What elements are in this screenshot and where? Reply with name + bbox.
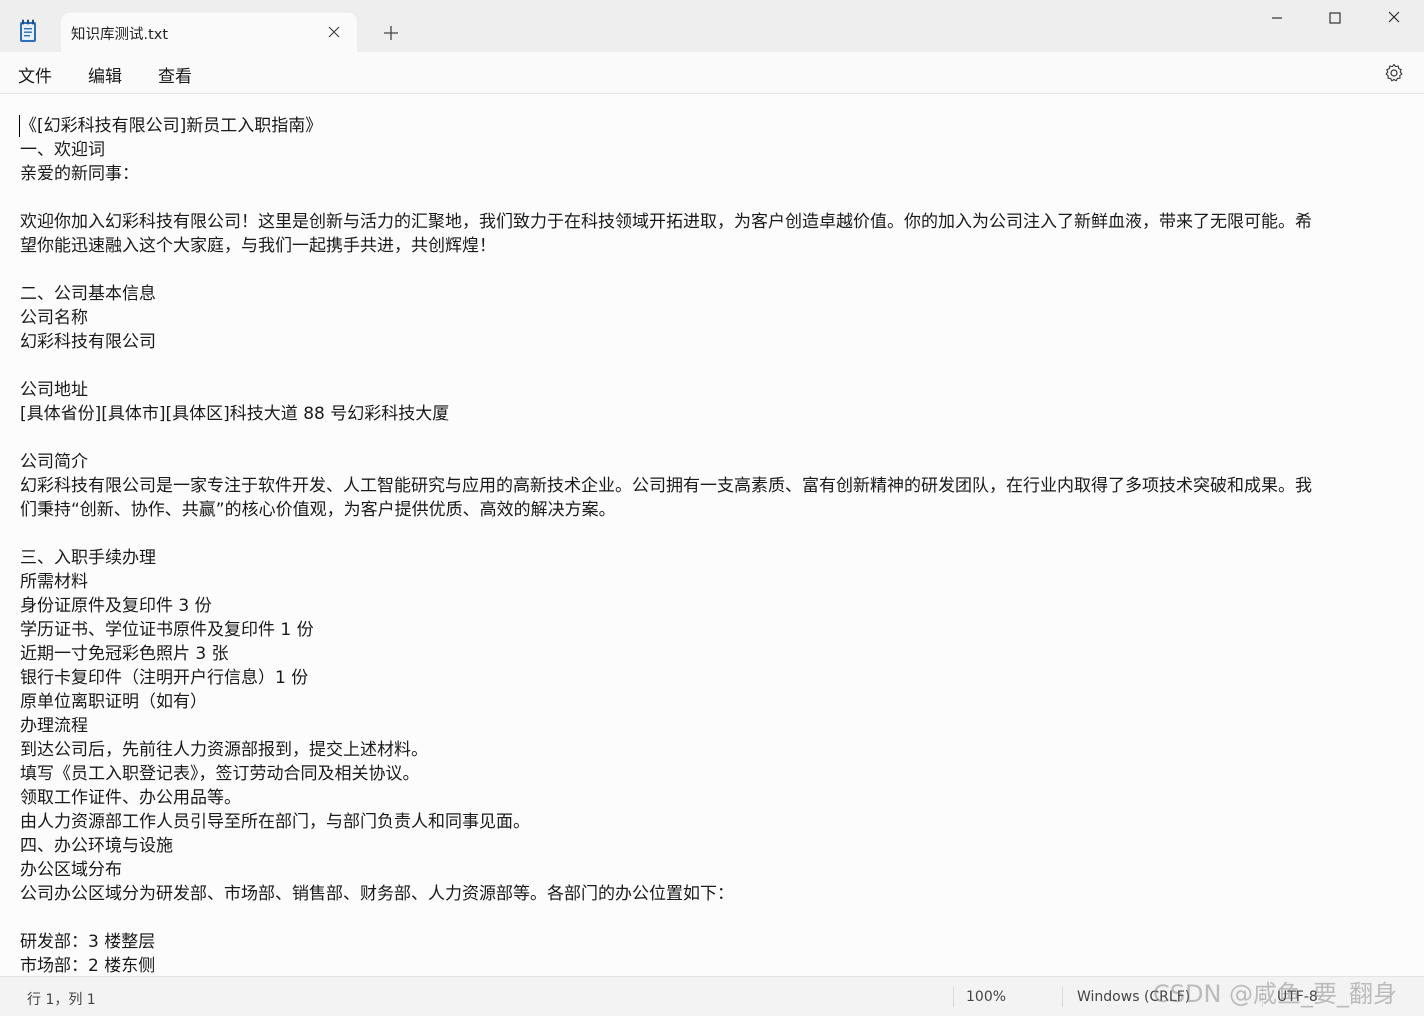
title-bar: 知识库测试.txt (0, 0, 1424, 52)
tab-file[interactable]: 知识库测试.txt (61, 13, 357, 52)
watermark-text: CSDN @咸鱼_要_翻身 (1153, 980, 1398, 1008)
text-line[interactable]: 填写《员工入职登记表》，签订劳动合同及相关协议。 (20, 762, 1400, 786)
status-divider (1062, 987, 1063, 1007)
text-line[interactable]: 二、公司基本信息 (20, 282, 1400, 306)
text-line[interactable]: 公司简介 (20, 450, 1400, 474)
text-line[interactable]: 三、入职手续办理 (20, 546, 1400, 570)
menu-bar: 文件 编辑 查看 (0, 52, 1424, 94)
tab-title: 知识库测试.txt (71, 27, 169, 43)
text-line[interactable]: 欢迎你加入幻彩科技有限公司！这里是创新与活力的汇聚地，我们致力于在科技领域开拓进… (20, 210, 1400, 234)
editor-content[interactable]: 《[幻彩科技有限公司]新员工入职指南》 一、欢迎词 亲爱的新同事： 欢迎你加入幻彩科技… (20, 114, 1400, 976)
text-line[interactable]: 到达公司后，先前往人力资源部报到，提交上述材料。 (20, 738, 1400, 762)
text-line[interactable]: 由人力资源部工作人员引导至所在部门，与部门负责人和同事见面。 (20, 810, 1400, 834)
text-line[interactable]: 幻彩科技有限公司 (20, 330, 1400, 354)
text-line[interactable]: 市场部：2 楼东侧 (20, 954, 1400, 976)
text-line[interactable]: 一、欢迎词 (20, 138, 1400, 162)
tab-close-icon[interactable] (325, 23, 343, 41)
text-line[interactable]: [具体省份][具体市][具体区]科技大道 88 号幻彩科技大厦 (20, 402, 1400, 426)
new-tab-plus-icon[interactable] (380, 22, 402, 44)
text-line[interactable]: 领取工作证件、办公用品等。 (20, 786, 1400, 810)
maximize-icon[interactable] (1313, 8, 1357, 32)
text-line[interactable]: 公司办公区域分为研发部、市场部、销售部、财务部、人力资源部等。各部门的办公位置如… (20, 882, 1400, 906)
text-line[interactable] (20, 522, 1400, 546)
text-line[interactable] (20, 258, 1400, 282)
text-line[interactable]: 近期一寸免冠彩色照片 3 张 (20, 642, 1400, 666)
cursor-position: 行 1，列 1 (27, 992, 96, 1008)
text-line[interactable]: 学历证书、学位证书原件及复印件 1 份 (20, 618, 1400, 642)
text-line[interactable]: 所需材料 (20, 570, 1400, 594)
text-line[interactable]: 办理流程 (20, 714, 1400, 738)
text-line[interactable]: 幻彩科技有限公司是一家专注于软件开发、人工智能研究与应用的高新技术企业。公司拥有… (20, 474, 1400, 498)
text-line[interactable]: 四、办公环境与设施 (20, 834, 1400, 858)
notepad-icon (19, 19, 37, 43)
text-line[interactable]: 公司地址 (20, 378, 1400, 402)
text-line[interactable]: 公司名称 (20, 306, 1400, 330)
text-line[interactable] (20, 354, 1400, 378)
text-line[interactable] (20, 906, 1400, 930)
menu-edit[interactable]: 编辑 (88, 62, 122, 87)
minimize-icon[interactable] (1255, 8, 1299, 32)
text-line[interactable]: 望你能迅速融入这个大家庭，与我们一起携手共进，共创辉煌！ (20, 234, 1400, 258)
text-line[interactable]: 《[幻彩科技有限公司]新员工入职指南》 (20, 114, 1400, 138)
text-line[interactable] (20, 186, 1400, 210)
text-line[interactable]: 办公区域分布 (20, 858, 1400, 882)
status-divider (953, 987, 954, 1007)
menu-file[interactable]: 文件 (18, 62, 52, 87)
zoom-level: 100% (966, 989, 1007, 1005)
window-close-icon[interactable] (1372, 8, 1416, 32)
text-line[interactable]: 银行卡复印件（注明开户行信息）1 份 (20, 666, 1400, 690)
text-line[interactable] (20, 426, 1400, 450)
text-line[interactable]: 们秉持“创新、协作、共赢”的核心价值观，为客户提供优质、高效的解决方案。 (20, 498, 1400, 522)
text-line[interactable]: 身份证原件及复印件 3 份 (20, 594, 1400, 618)
text-editor[interactable]: 《[幻彩科技有限公司]新员工入职指南》 一、欢迎词 亲爱的新同事： 欢迎你加入幻彩科技… (0, 94, 1424, 976)
gear-icon[interactable] (1383, 62, 1405, 84)
text-line[interactable]: 研发部：3 楼整层 (20, 930, 1400, 954)
text-line[interactable]: 亲爱的新同事： (20, 162, 1400, 186)
menu-view[interactable]: 查看 (158, 62, 192, 87)
text-line[interactable]: 原单位离职证明（如有） (20, 690, 1400, 714)
